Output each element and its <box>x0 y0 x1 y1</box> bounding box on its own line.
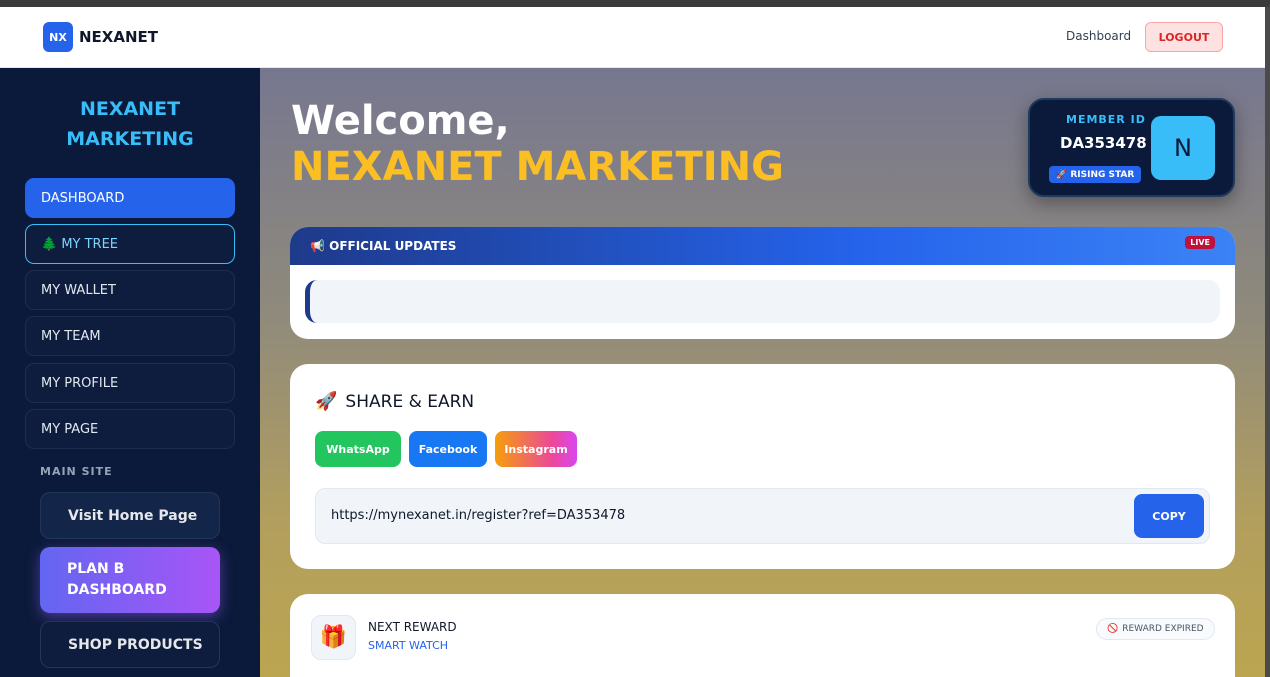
main-content: Welcome, NEXANET MARKETING MEMBER ID DA3… <box>260 68 1265 677</box>
reward-title: NEXT REWARD <box>368 620 457 634</box>
sidebar-item-my-page[interactable]: MY PAGE <box>25 409 235 449</box>
sidebar-item-my-profile[interactable]: MY PROFILE <box>25 363 235 403</box>
reward-subtitle: SMART WATCH <box>368 639 449 652</box>
plan-b-line2: DASHBOARD <box>67 582 167 598</box>
reward-status-text: REWARD EXPIRED <box>1122 624 1204 634</box>
avatar[interactable]: N <box>1151 116 1215 180</box>
brand-name: NEXANET <box>79 28 159 46</box>
updates-ticker <box>305 280 1220 323</box>
member-card: MEMBER ID DA353478 🚀 RISING STAR N <box>1028 98 1235 197</box>
welcome-heading: Welcome, <box>291 98 510 144</box>
updates-header: 📢 OFFICIAL UPDATES LIVE <box>290 227 1235 265</box>
whatsapp-share-button[interactable]: WhatsApp <box>315 431 401 467</box>
reward-status-badge: 🚫 REWARD EXPIRED <box>1096 618 1215 640</box>
sidebar-item-dashboard[interactable]: DASHBOARD <box>25 178 235 218</box>
sidebar-title: NEXANET MARKETING <box>0 94 260 154</box>
referral-link-box: https://mynexanet.in/register?ref=DA3534… <box>315 488 1210 544</box>
sidebar-title-line2: MARKETING <box>66 128 194 150</box>
copy-button[interactable]: COPY <box>1134 494 1204 538</box>
sidebar-title-line1: NEXANET <box>79 98 181 120</box>
header-dashboard-link[interactable]: Dashboard <box>1066 29 1131 43</box>
next-reward-card: 🎁 NEXT REWARD SMART WATCH 🚫 REWARD EXPIR… <box>290 594 1235 677</box>
top-header: NX NEXANET Dashboard LOGOUT <box>0 7 1265 68</box>
plan-b-line1: PLAN B <box>67 561 125 577</box>
sidebar-item-my-tree[interactable]: 🌲 MY TREE <box>25 224 235 264</box>
logout-button[interactable]: LOGOUT <box>1145 22 1223 52</box>
official-updates-card: 📢 OFFICIAL UPDATES LIVE <box>290 227 1235 339</box>
member-id-label: MEMBER ID <box>1066 113 1146 126</box>
updates-title: 📢 OFFICIAL UPDATES <box>310 239 457 253</box>
share-earn-card: 🚀 SHARE & EARN WhatsApp Facebook Instagr… <box>290 364 1235 569</box>
sidebar-section-label: MAIN SITE <box>40 465 113 478</box>
plan-b-dashboard-button[interactable]: PLAN B DASHBOARD <box>40 547 220 613</box>
shop-products-button[interactable]: SHOP PRODUCTS <box>40 621 220 668</box>
prohibited-icon: 🚫 <box>1107 624 1119 634</box>
window-right-edge <box>1265 7 1270 677</box>
member-id-value: DA353478 <box>1060 134 1147 152</box>
brand-logo-icon: NX <box>43 22 73 52</box>
sidebar-item-my-team[interactable]: MY TEAM <box>25 316 235 356</box>
referral-link-field[interactable]: https://mynexanet.in/register?ref=DA3534… <box>331 508 625 523</box>
rank-badge: 🚀 RISING STAR <box>1049 166 1142 183</box>
brand[interactable]: NX NEXANET <box>43 22 158 52</box>
visit-home-button[interactable]: Visit Home Page <box>40 492 220 539</box>
share-title: 🚀 SHARE & EARN <box>315 391 474 412</box>
rocket-icon: 🚀 <box>315 391 338 412</box>
sidebar: NEXANET MARKETING DASHBOARD 🌲 MY TREE MY… <box>0 68 260 677</box>
sidebar-item-my-wallet[interactable]: MY WALLET <box>25 270 235 310</box>
live-badge: LIVE <box>1185 236 1215 249</box>
gift-icon: 🎁 <box>311 615 356 660</box>
welcome-name: NEXANET MARKETING <box>291 144 784 190</box>
share-title-text: SHARE & EARN <box>345 391 475 412</box>
instagram-share-button[interactable]: Instagram <box>495 431 577 467</box>
facebook-share-button[interactable]: Facebook <box>409 431 487 467</box>
window-top-edge <box>0 0 1270 7</box>
